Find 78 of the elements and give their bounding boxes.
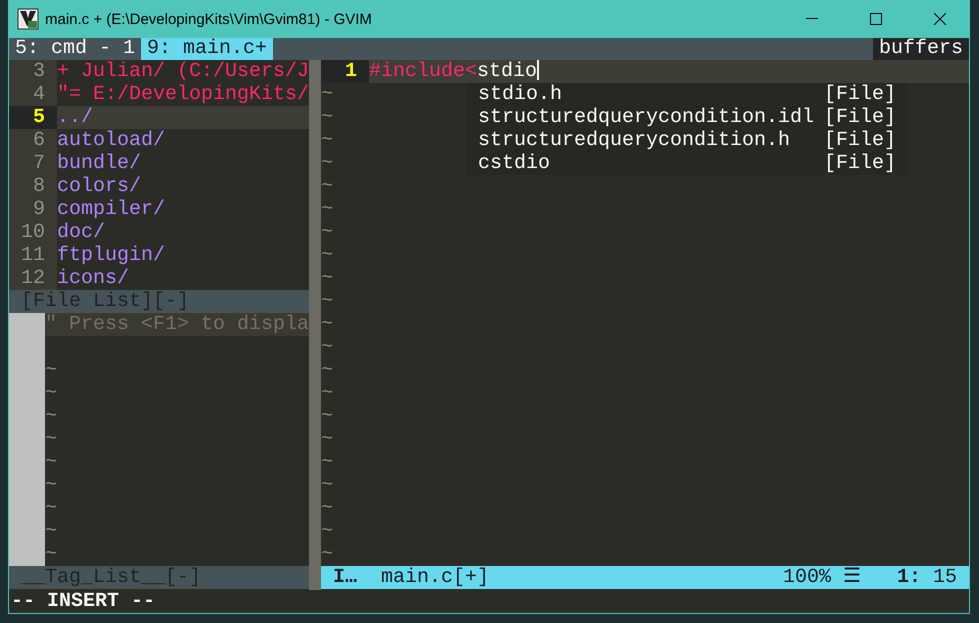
completion-kind: [File] [824,106,898,129]
window-title: main.c + (E:\DevelopingKits\Vim\Gvim81) - GVIM [45,10,373,28]
file-list-entry[interactable]: + Julian/ (C:/Users/J [57,60,309,83]
empty-line-marker: ~ [45,451,58,474]
line-number: 1 [321,60,369,83]
line-number: 6 [9,129,57,152]
completion-kind: [File] [824,83,898,106]
completion-item[interactable]: structuredquerycondition.idl [478,106,824,129]
line-number: 8 [9,175,57,198]
line-number: 9 [9,198,57,221]
empty-line-marker: ~ [321,520,334,543]
line-number: 11 [9,244,57,267]
code-text: stdio [477,60,538,83]
empty-line-marker: ~ [321,267,334,290]
empty-line-marker: ~ [321,543,334,566]
completion-item[interactable]: structuredquerycondition.h [478,129,824,152]
empty-line-marker: ~ [45,474,58,497]
empty-line-marker: ~ [321,359,334,382]
empty-line-marker: ~ [321,106,334,129]
empty-line-marker: ~ [45,359,58,382]
buffers-label: buffers [872,38,969,60]
tab[interactable]: 5: cmd - 1 [9,38,142,60]
empty-line-marker: ~ [321,290,334,313]
empty-line-marker: ~ [321,313,334,336]
empty-line-marker: ~ [45,520,58,543]
empty-line-marker: ~ [45,497,58,520]
file-list-entry[interactable]: bundle/ [57,152,142,175]
line-number: 12 [9,267,57,290]
empty-line-marker: ~ [45,543,58,566]
empty-line-marker: ~ [321,474,334,497]
file-list-entry[interactable]: icons/ [57,267,130,290]
line-number: 3 [9,60,57,83]
empty-line-marker: ~ [321,451,334,474]
empty-line-marker: ~ [321,336,334,359]
line-number: 7 [9,152,57,175]
empty-line-marker: ~ [321,198,334,221]
mode-indicator: I… [333,566,358,589]
tab[interactable]: 9: main.c+ [141,38,274,60]
empty-line-marker: ~ [321,382,334,405]
line-number: 10 [9,221,57,244]
empty-line-marker: ~ [321,175,334,198]
empty-line-marker: ~ [321,428,334,451]
completion-kind: [File] [824,152,898,175]
empty-line-marker: ~ [45,428,58,451]
file-list-entry[interactable]: colors/ [57,175,142,198]
file-list-entry[interactable]: autoload/ [57,129,166,152]
empty-line-marker: ~ [321,129,334,152]
column-position: 15 [932,566,957,589]
file-list-entry[interactable]: doc/ [57,221,106,244]
completion-item[interactable]: cstdio [478,152,824,175]
minimize-icon[interactable] [806,18,818,20]
empty-line-marker: ~ [321,83,334,106]
status-symbol: ☰ [842,566,861,589]
text-cursor [537,60,540,80]
empty-line-marker: ~ [321,497,334,520]
empty-line-marker: ~ [45,382,58,405]
completion-item[interactable]: stdio.h [478,83,824,106]
file-list-entry[interactable]: "= E:/DevelopingKits/ [57,83,309,106]
file-list-entry[interactable]: ../ [57,106,94,129]
empty-line-marker: ~ [321,221,334,244]
vim-logo-icon [17,8,39,30]
file-list-entry[interactable]: ftplugin/ [57,244,166,267]
file-list-entry[interactable]: compiler/ [57,198,166,221]
line-position: 1: [896,566,921,589]
command-line: -- INSERT -- [10,590,156,613]
empty-line-marker: ~ [45,405,58,428]
empty-line-marker: ~ [321,152,334,175]
file-name: main.c[+] [381,566,490,589]
completion-kind: [File] [824,129,898,152]
scroll-percent: 100% [782,566,831,589]
help-text: " Press <F1> to displa [45,313,309,336]
empty-line-marker: ~ [321,405,334,428]
line-number: 4 [9,83,57,106]
line-number: 5 [9,106,57,129]
maximize-icon[interactable] [870,13,882,25]
empty-line-marker: ~ [321,244,334,267]
preprocessor-directive: #include< [369,60,478,83]
close-icon[interactable] [934,13,946,25]
